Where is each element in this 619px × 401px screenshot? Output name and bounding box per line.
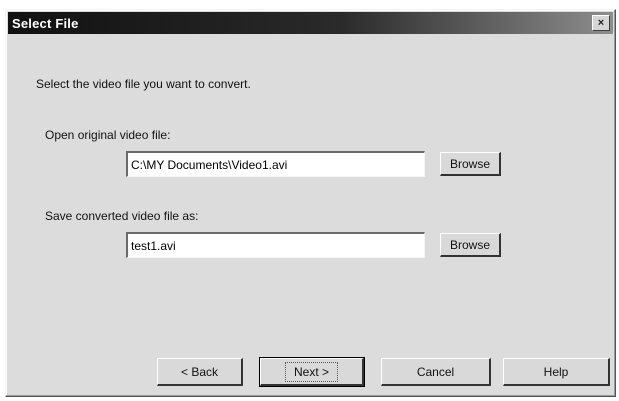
- select-file-dialog: Select File × Select the video file you …: [5, 9, 616, 397]
- help-button[interactable]: Help: [503, 358, 610, 386]
- back-button[interactable]: < Back: [157, 358, 243, 386]
- cancel-button[interactable]: Cancel: [381, 358, 491, 386]
- open-file-input[interactable]: [126, 151, 425, 177]
- next-button-label: Next >: [284, 361, 338, 382]
- save-browse-button[interactable]: Browse: [440, 233, 501, 257]
- next-button[interactable]: Next >: [259, 357, 365, 387]
- window-title: Select File: [12, 15, 79, 31]
- instructions-text: Select the video file you want to conver…: [36, 77, 251, 91]
- open-file-label: Open original video file:: [45, 128, 171, 142]
- save-file-input[interactable]: [126, 232, 425, 258]
- title-bar[interactable]: Select File ×: [8, 12, 613, 34]
- close-icon[interactable]: ×: [592, 15, 610, 31]
- open-browse-button[interactable]: Browse: [440, 152, 501, 176]
- save-file-label: Save converted video file as:: [45, 209, 199, 223]
